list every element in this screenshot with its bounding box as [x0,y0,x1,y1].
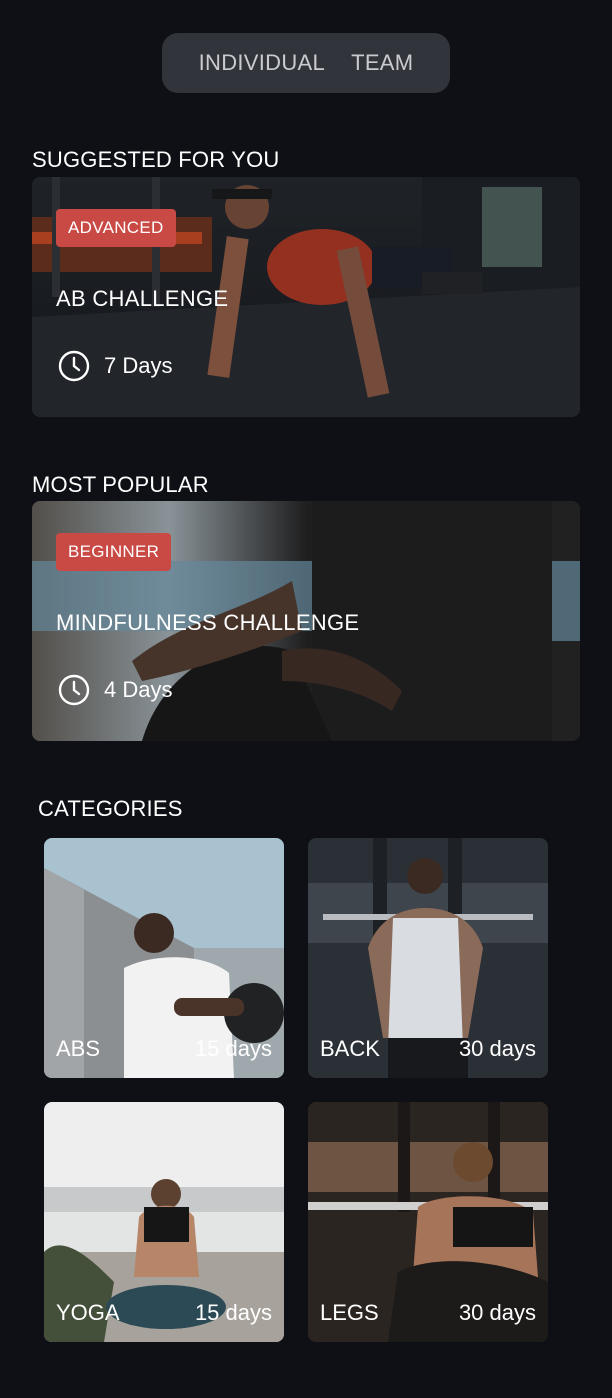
category-days: 15 days [194,1036,272,1061]
category-days: 15 days [194,1300,272,1325]
challenge-title: MINDFULNESS CHALLENGE [56,610,360,635]
challenge-duration: 7 Days [58,350,172,382]
category-tile-abs[interactable]: ABS 15 days [44,838,284,1078]
tab-team[interactable]: TEAM [351,50,413,76]
category-days: 30 days [458,1300,536,1325]
clock-icon [58,674,90,706]
popular-challenge-card[interactable]: BEGINNER MINDFULNESS CHALLENGE 4 Days [32,501,580,741]
category-tile-yoga[interactable]: YOGA 15 days [44,1102,284,1342]
duration-label: 4 Days [104,677,173,702]
category-days: 30 days [458,1036,536,1061]
clock-icon [58,350,90,382]
category-name: YOGA [56,1300,120,1325]
suggested-challenge-card[interactable]: ADVANCED AB CHALLENGE 7 Days [32,177,580,417]
category-name: LEGS [320,1300,379,1325]
challenges-screen: INDIVIDUAL TEAM SUGGESTED FOR YOU ADVANC… [0,0,612,1398]
individual-team-toggle: INDIVIDUAL TEAM [162,33,450,93]
popular-section-title: MOST POPULAR [32,472,209,497]
duration-label: 7 Days [104,353,173,378]
difficulty-badge: ADVANCED [56,209,176,247]
challenge-title: AB CHALLENGE [56,286,229,311]
categories-section-title: CATEGORIES [38,796,183,821]
category-tile-back[interactable]: BACK 30 days [308,838,548,1078]
category-name: BACK [320,1036,380,1061]
category-tile-legs[interactable]: LEGS 30 days [308,1102,548,1342]
category-name: ABS [56,1036,101,1061]
suggested-section-title: SUGGESTED FOR YOU [32,147,280,172]
tab-individual[interactable]: INDIVIDUAL [199,50,325,76]
challenge-duration: 4 Days [58,674,172,706]
difficulty-badge: BEGINNER [56,533,172,571]
